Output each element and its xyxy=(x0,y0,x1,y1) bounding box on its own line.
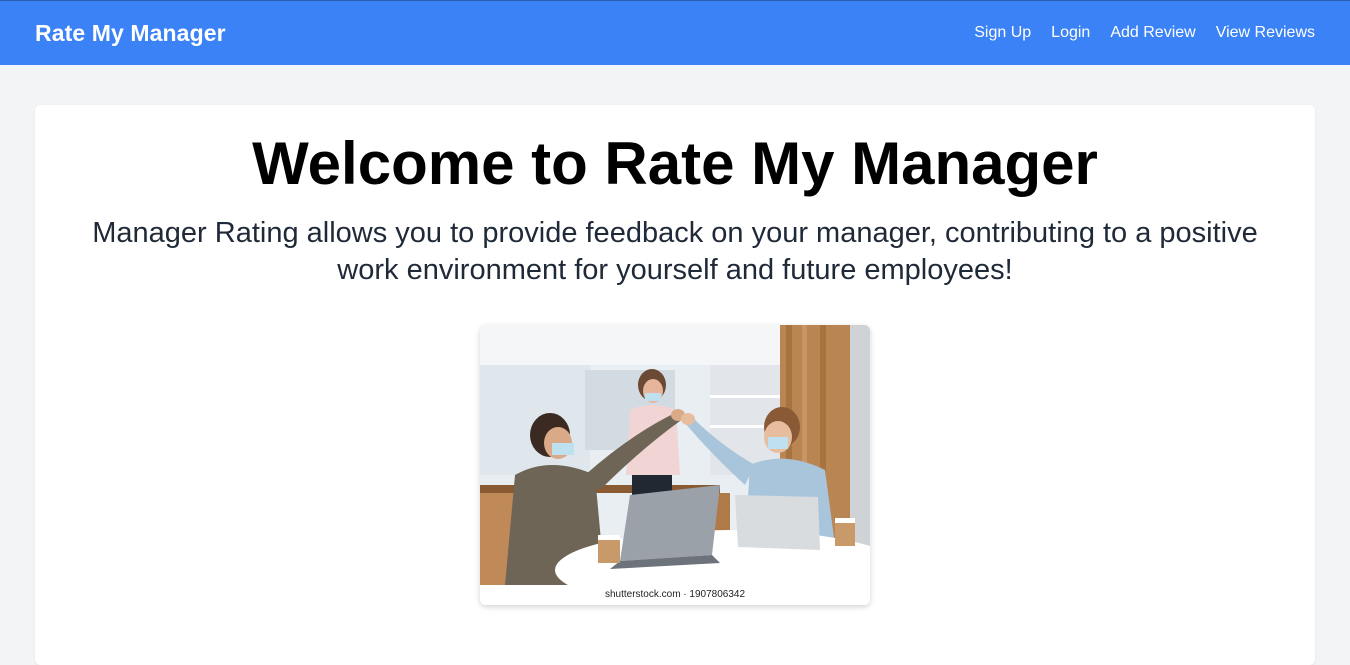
nav-links: Sign Up Login Add Review View Reviews xyxy=(974,24,1315,42)
navbar: Rate My Manager Sign Up Login Add Review… xyxy=(0,0,1350,65)
hero-card: Welcome to Rate My Manager Manager Ratin… xyxy=(35,105,1315,665)
hero-subtitle: Manager Rating allows you to provide fee… xyxy=(92,217,1258,286)
brand-logo-link[interactable]: Rate My Manager xyxy=(35,20,226,47)
nav-link-add-review[interactable]: Add Review xyxy=(1110,24,1195,42)
nav-link-view-reviews[interactable]: View Reviews xyxy=(1216,24,1315,42)
image-caption: shutterstock.com · 1907806342 xyxy=(480,585,870,605)
nav-link-sign-up[interactable]: Sign Up xyxy=(974,24,1031,42)
page-title: Welcome to Rate My Manager xyxy=(252,130,1098,197)
hero-image-frame: shutterstock.com · 1907806342 xyxy=(480,325,870,605)
nav-link-login[interactable]: Login xyxy=(1051,24,1090,42)
office-photo xyxy=(480,325,870,585)
